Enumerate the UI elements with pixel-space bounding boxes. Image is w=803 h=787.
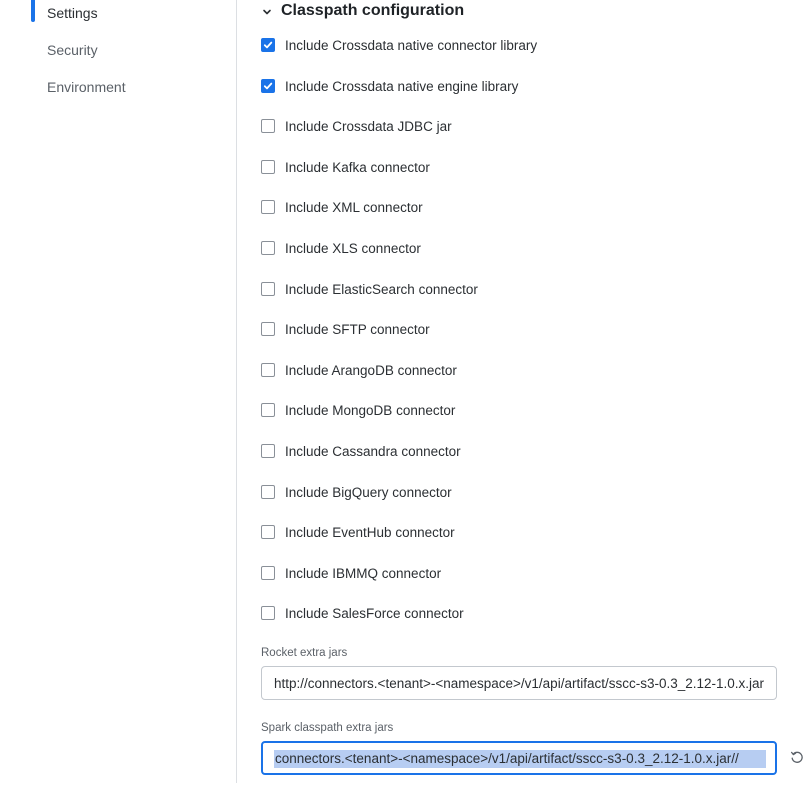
checkbox-row-include-salesforce-connector[interactable]: Include SalesForce connector [261,604,464,622]
checkbox-label: Include SalesForce connector [285,605,464,621]
rocket-extra-jars-field[interactable] [261,666,777,700]
checkbox-label: Include MongoDB connector [285,402,456,418]
rocket-extra-jars-label: Rocket extra jars [261,647,348,659]
checkbox-row-include-sftp-connector[interactable]: Include SFTP connector [261,320,430,338]
section-title: Classpath configuration [281,2,465,19]
app-frame: Settings Security Environment Classpath … [0,0,803,787]
checkbox-row-include-ibmmq-connector[interactable]: Include IBMMQ connector [261,564,441,582]
main-content: Classpath configuration Include Crossdat… [237,0,803,787]
checkbox-label: Include EventHub connector [285,524,455,540]
checkbox-unchecked[interactable] [261,119,275,133]
rocket-extra-jars-input[interactable] [262,667,776,699]
spark-classpath-extra-jars-input[interactable]: //connectors.<tenant>-<namespace>/v1/api… [274,750,766,768]
spark-classpath-extra-jars-field[interactable]: //connectors.<tenant>-<namespace>/v1/api… [261,741,777,775]
checkbox-row-include-xml-connector[interactable]: Include XML connector [261,198,423,216]
classpath-section-header[interactable]: Classpath configuration [261,1,464,21]
checkbox-label: Include SFTP connector [285,321,430,337]
checkbox-checked[interactable] [261,38,275,52]
checkbox-label: Include Crossdata native connector libra… [285,37,538,53]
checkbox-label: Include ArangoDB connector [285,362,457,378]
checkbox-unchecked[interactable] [261,282,275,296]
checkbox-unchecked[interactable] [261,241,275,255]
checkbox-label: Include XML connector [285,199,423,215]
checkbox-label: Include ElasticSearch connector [285,281,478,297]
checkbox-row-include-arangodb-connector[interactable]: Include ArangoDB connector [261,361,457,379]
checkbox-label: Include Crossdata JDBC jar [285,118,452,134]
checkbox-checked[interactable] [261,79,275,93]
checkbox-unchecked[interactable] [261,444,275,458]
spark-classpath-extra-jars-label: Spark classpath extra jars [261,722,394,734]
checkbox-row-include-xls-connector[interactable]: Include XLS connector [261,239,421,257]
checkbox-label: Include IBMMQ connector [285,565,442,581]
checkbox-row-include-cassandra-connector[interactable]: Include Cassandra connector [261,442,461,460]
checkbox-unchecked[interactable] [261,485,275,499]
sidebar: Settings Security Environment [0,0,236,787]
checkbox-unchecked[interactable] [261,160,275,174]
checkbox-unchecked[interactable] [261,525,275,539]
checkbox-row-include-elasticsearch-connector[interactable]: Include ElasticSearch connector [261,280,478,298]
checkbox-row-include-kafka-connector[interactable]: Include Kafka connector [261,158,430,176]
checkbox-row-include-crossdata-native-connector-library[interactable]: Include Crossdata native connector libra… [261,36,537,54]
checkbox-row-include-eventhub-connector[interactable]: Include EventHub connector [261,523,455,541]
checkbox-label: Include Cassandra connector [285,443,461,459]
checkbox-row-include-bigquery-connector[interactable]: Include BigQuery connector [261,483,452,501]
checkbox-unchecked[interactable] [261,566,275,580]
checkbox-row-include-mongodb-connector[interactable]: Include MongoDB connector [261,401,455,419]
sidebar-item-security[interactable]: Security [47,41,98,59]
checkbox-unchecked[interactable] [261,200,275,214]
checkbox-row-include-crossdata-native-engine-library[interactable]: Include Crossdata native engine library [261,77,518,95]
checkbox-row-include-crossdata-jdbc-jar[interactable]: Include Crossdata JDBC jar [261,117,452,135]
active-nav-indicator [31,0,35,22]
chevron-down-icon [261,5,273,17]
checkbox-label: Include Crossdata native engine library [285,78,519,94]
checkbox-label: Include BigQuery connector [285,484,452,500]
checkbox-label: Include XLS connector [285,240,421,256]
sidebar-item-settings[interactable]: Settings [47,4,98,22]
reset-icon[interactable] [790,750,803,764]
checkbox-unchecked[interactable] [261,363,275,377]
checkbox-unchecked[interactable] [261,606,275,620]
sidebar-item-environment[interactable]: Environment [47,78,126,96]
checkbox-label: Include Kafka connector [285,159,430,175]
checkbox-unchecked[interactable] [261,403,275,417]
checkbox-unchecked[interactable] [261,322,275,336]
